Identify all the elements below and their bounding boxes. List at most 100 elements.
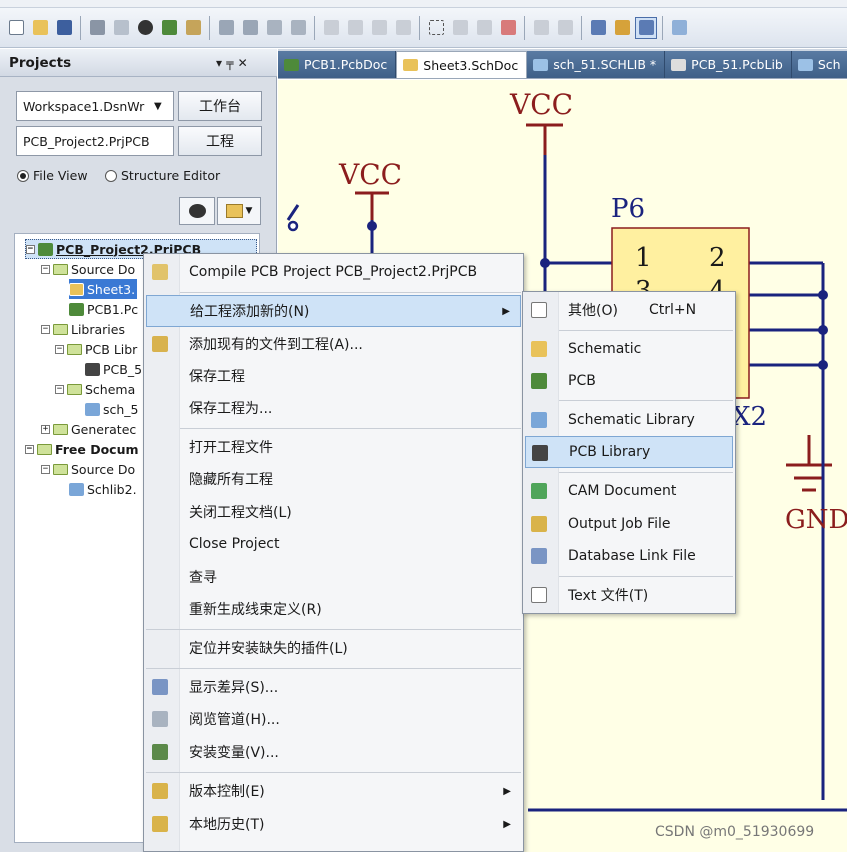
menu-item-show-differences[interactable]: 显示差异(S)... [146, 671, 521, 703]
submenu-item-schematic-library[interactable]: Schematic Library [525, 404, 733, 436]
vcc-label[interactable]: VCC [510, 88, 573, 121]
menu-item-close-project-documents[interactable]: 关闭工程文档(L) [146, 496, 521, 528]
tree-item-pcb51[interactable]: PCB_5 [85, 359, 142, 379]
submenu-item-schematic[interactable]: Schematic [525, 333, 733, 365]
tree-item-free-documents[interactable]: − Free Docum [25, 439, 139, 459]
schlib-icon [531, 412, 547, 428]
add-document-button[interactable]: ▼ [217, 197, 261, 225]
tree-item-schlib2[interactable]: Schlib2. [69, 479, 137, 499]
menu-item-view-channels[interactable]: 阅览管道(H)... [146, 703, 521, 735]
project-options-button[interactable] [179, 197, 215, 225]
new-file-icon[interactable] [5, 17, 27, 39]
move-icon[interactable] [449, 17, 471, 39]
cross-probe-icon[interactable] [587, 17, 609, 39]
browse-icon[interactable] [611, 17, 633, 39]
zoom-fit-icon[interactable] [215, 17, 237, 39]
gnd-label[interactable]: GND [785, 505, 847, 535]
tree-item-sheet3[interactable]: Sheet3. [69, 279, 138, 299]
tree-item-pcb1[interactable]: PCB1.Pc [69, 299, 138, 319]
print-icon[interactable] [86, 17, 108, 39]
project-button[interactable]: 工程 [178, 126, 262, 156]
menu-item-local-history[interactable]: 本地历史(T) ▶ [146, 808, 521, 840]
compile-icon[interactable] [635, 16, 657, 39]
tree-item-source-documents[interactable]: − Source Do [41, 259, 135, 279]
tab-pcb51-pcblib[interactable]: PCB_51.PcbLib [665, 51, 792, 78]
menu-item-add-existing[interactable]: 添加现有的文件到工程(A)... [146, 328, 521, 360]
pin-number: 1 [635, 243, 652, 273]
file-view-radio[interactable]: File View [17, 168, 88, 183]
submenu-item-text-file[interactable]: Text 文件(T) [525, 579, 733, 611]
menu-item-compile[interactable]: Compile PCB Project PCB_Project2.PrjPCB [146, 256, 521, 288]
submenu-item-pcb-library[interactable]: PCB Library [525, 436, 733, 468]
designator-p6[interactable]: P6 [611, 194, 645, 224]
menu-item-hide-all-projects[interactable]: 隐藏所有工程 [146, 463, 521, 495]
tree-item-label: Libraries [71, 321, 125, 337]
submenu-item-other[interactable]: 其他(O) Ctrl+N [525, 294, 733, 326]
comment-label[interactable]: X2 [732, 402, 767, 432]
tree-item-generated[interactable]: + Generatec [41, 419, 136, 439]
menu-separator [559, 400, 733, 401]
menu-item-add-new-to-project[interactable]: 给工程添加新的(N) ▶ [146, 295, 521, 327]
expand-icon[interactable]: + [41, 424, 50, 434]
submenu-item-output-job-file[interactable]: Output Job File [525, 508, 733, 540]
project-field[interactable]: PCB_Project2.PrjPCB [16, 126, 174, 156]
tab-sch-overflow[interactable]: Sch [791, 51, 847, 78]
copy-icon[interactable] [344, 17, 366, 39]
print-preview-icon[interactable] [110, 17, 132, 39]
submenu-item-database-link-file[interactable]: Database Link File [525, 540, 733, 572]
menu-item-install-missing-plugins[interactable]: 定位并安装缺失的插件(L) [146, 632, 521, 664]
workspace-dropdown[interactable]: Workspace1.DsnWr ▼ [16, 91, 174, 121]
clear-filter-icon[interactable] [497, 17, 519, 39]
tree-item-pcb-library-docs[interactable]: − PCB Libr [55, 339, 137, 359]
cut-icon[interactable] [320, 17, 342, 39]
submenu-item-pcb[interactable]: PCB [525, 365, 733, 397]
collapse-icon[interactable]: − [41, 324, 50, 334]
pcblib-icon [85, 362, 100, 376]
window-icon[interactable] [182, 17, 204, 39]
zoom-area-icon[interactable] [239, 17, 261, 39]
tab-sheet3-schdoc[interactable]: Sheet3.SchDoc [396, 51, 528, 78]
undo-icon[interactable] [530, 17, 552, 39]
panel-menu-pin-close-icons[interactable]: ▾ ╤ ✕ [216, 56, 248, 70]
tab-sch51-schlib[interactable]: sch_51.SCHLIB * [527, 51, 666, 78]
menu-item-variants[interactable]: 安装变量(V)... [146, 736, 521, 768]
deselect-icon[interactable] [473, 17, 495, 39]
tab-pcb1-pcbdoc[interactable]: PCB1.PcbDoc [278, 51, 397, 78]
component-icon[interactable] [134, 17, 156, 39]
submenu-item-cam-document[interactable]: CAM Document [525, 475, 733, 507]
menu-item-search[interactable]: 查寻 [146, 561, 521, 593]
workspace-button[interactable]: 工作台 [178, 91, 262, 121]
collapse-icon[interactable]: − [55, 344, 64, 354]
open-folder-icon[interactable] [29, 17, 51, 39]
menu-item-close-project[interactable]: Close Project [146, 528, 521, 560]
redo-icon[interactable] [554, 17, 576, 39]
zoom-selection-icon[interactable] [263, 17, 285, 39]
collapse-icon[interactable]: − [41, 464, 50, 474]
tree-item-free-source-documents[interactable]: − Source Do [41, 459, 135, 479]
save-icon[interactable] [53, 17, 75, 39]
menu-bar[interactable] [0, 0, 847, 8]
vcc-label[interactable]: VCC [339, 158, 402, 191]
rubber-stamp-icon[interactable] [392, 17, 414, 39]
select-area-icon[interactable] [425, 17, 447, 39]
tree-item-libraries[interactable]: − Libraries [41, 319, 125, 339]
menu-item-save-project-as[interactable]: 保存工程为... [146, 392, 521, 424]
zoom-dropdown-icon[interactable] [287, 17, 309, 39]
tree-item-schematic-library-docs[interactable]: − Schema [55, 379, 135, 399]
structure-editor-radio[interactable]: Structure Editor [105, 168, 220, 183]
menu-item-version-control[interactable]: 版本控制(E) ▶ [146, 775, 521, 807]
folder-icon [53, 423, 68, 435]
wire-icon[interactable] [668, 17, 690, 39]
collapse-icon[interactable]: − [41, 264, 50, 274]
paste-icon[interactable] [368, 17, 390, 39]
tree-item-sch51[interactable]: sch_5 [85, 399, 139, 419]
menu-item-regenerate-harness[interactable]: 重新生成线束定义(R) [146, 593, 521, 625]
collapse-icon[interactable]: − [25, 444, 34, 454]
menu-item-open-project-file[interactable]: 打开工程文件 [146, 431, 521, 463]
collapse-icon[interactable]: − [26, 244, 35, 254]
menu-item-save-project[interactable]: 保存工程 [146, 360, 521, 392]
collapse-icon[interactable]: − [55, 384, 64, 394]
tree-item-label: PCB1.Pc [87, 301, 139, 317]
variant-icon [152, 744, 168, 760]
pcb-board-icon[interactable] [158, 17, 180, 39]
